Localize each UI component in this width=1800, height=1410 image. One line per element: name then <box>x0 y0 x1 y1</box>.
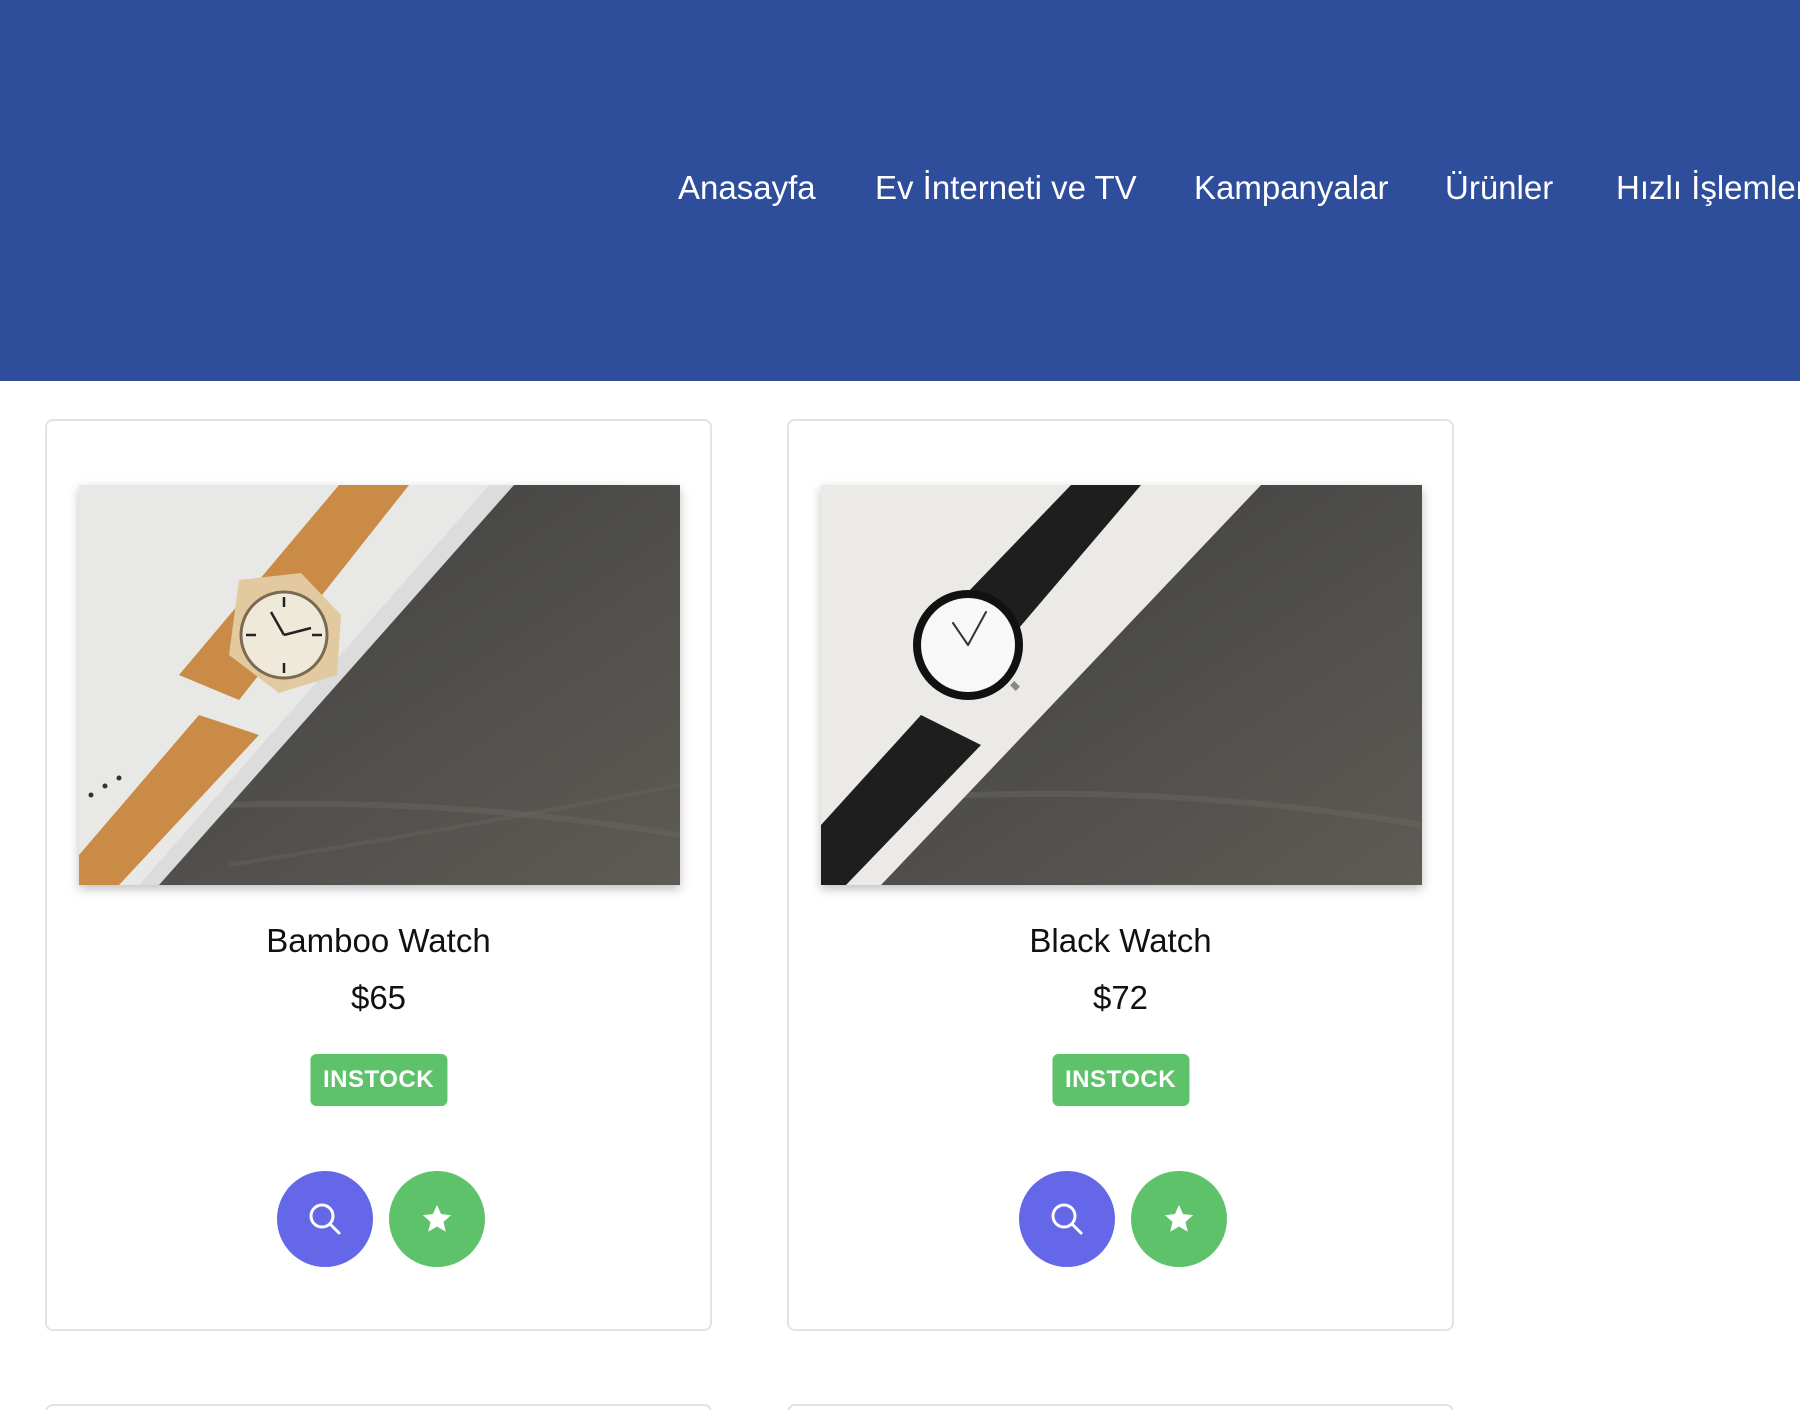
instock-badge: INSTOCK <box>1051 1054 1190 1106</box>
nav-item-anasayfa[interactable]: Anasayfa <box>678 166 816 210</box>
product-name: Black Watch <box>1029 922 1212 959</box>
star-icon <box>1162 1202 1196 1236</box>
nav-item-ev-interneti[interactable]: Ev İnterneti ve TV <box>875 166 1137 210</box>
view-product-button[interactable] <box>1019 1171 1115 1267</box>
main-nav: Anasayfa Ev İnterneti ve TV Kampanyalar … <box>0 166 1800 210</box>
product-image-black-watch <box>821 485 1422 885</box>
instock-badge: INSTOCK <box>309 1054 448 1106</box>
product-price: $72 <box>1092 979 1149 1016</box>
search-icon <box>308 1202 342 1236</box>
product-name: Bamboo Watch <box>266 922 491 959</box>
product-card-next <box>787 1404 1454 1410</box>
nav-item-kampanyalar[interactable]: Kampanyalar <box>1194 166 1388 210</box>
product-card-next <box>45 1404 712 1410</box>
product-price: $65 <box>350 979 407 1016</box>
product-card: Black Watch $72 INSTOCK <box>787 419 1454 1331</box>
view-product-button[interactable] <box>277 1171 373 1267</box>
favorite-button[interactable] <box>1131 1171 1227 1267</box>
search-icon <box>1050 1202 1084 1236</box>
nav-item-urunler[interactable]: Ürünler <box>1445 166 1553 210</box>
product-image-bamboo-watch <box>79 485 680 885</box>
product-card: Bamboo Watch $65 INSTOCK <box>45 419 712 1331</box>
nav-item-hizli-islemler[interactable]: Hızlı İşlemler <box>1616 166 1800 210</box>
star-icon <box>420 1202 454 1236</box>
favorite-button[interactable] <box>389 1171 485 1267</box>
top-navbar: Anasayfa Ev İnterneti ve TV Kampanyalar … <box>0 0 1800 381</box>
